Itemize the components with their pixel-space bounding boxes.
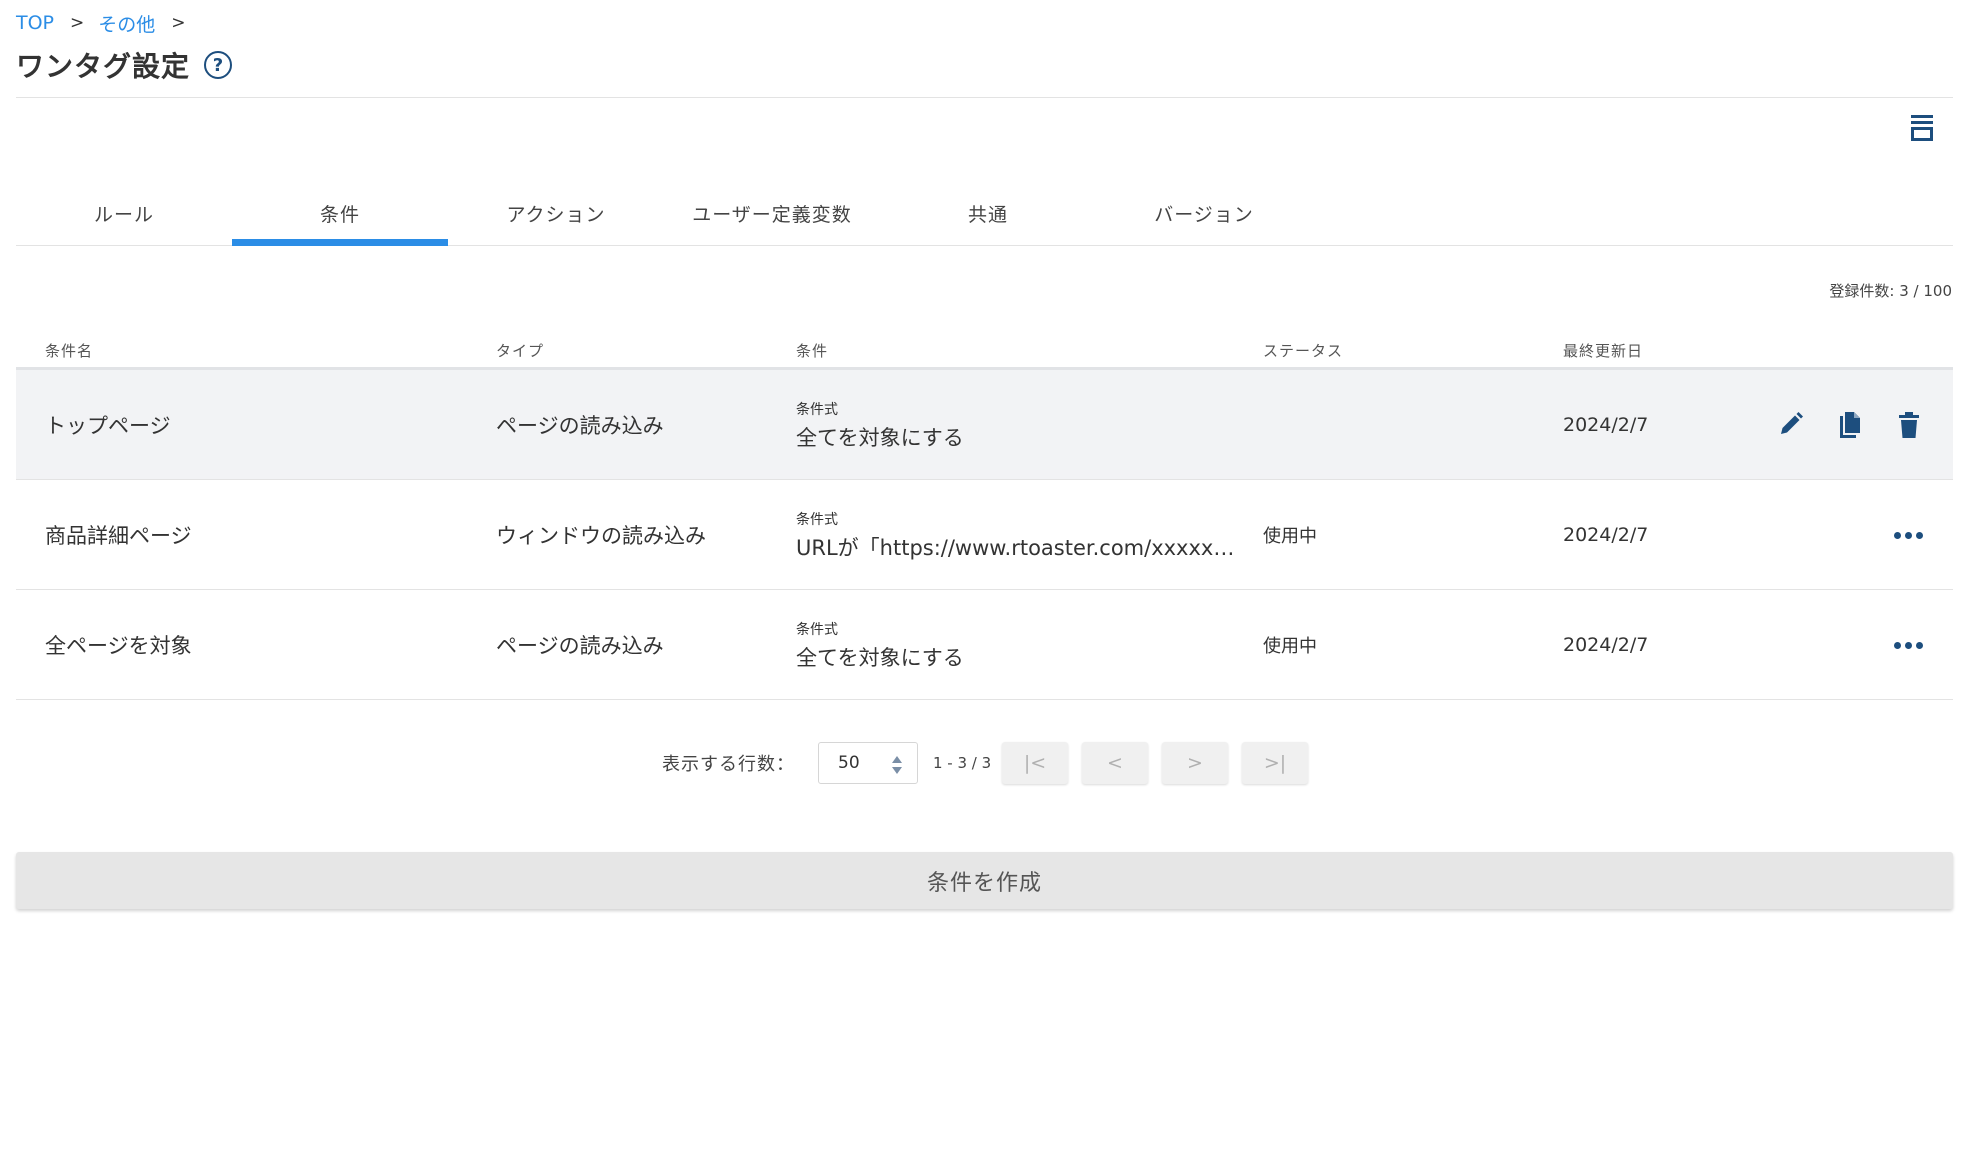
breadcrumb-separator: > (171, 13, 186, 33)
create-condition-button[interactable]: 条件を作成 (16, 852, 1953, 909)
tab-rule[interactable]: ルール (16, 180, 232, 246)
trash-icon[interactable] (1895, 410, 1923, 440)
header-updated: 最終更新日 (1563, 342, 1644, 360)
rows-per-page-select[interactable]: 50 (818, 742, 918, 784)
row-type: ページの読み込み (496, 414, 664, 438)
condition-value: 全てを対象にする (796, 425, 964, 450)
tab-version[interactable]: バージョン (1096, 180, 1312, 246)
conditions-table: 条件名 タイプ 条件 ステータス 最終更新日 トップページ ページの読み込み 条… (16, 330, 1953, 700)
tab-condition[interactable]: 条件 (232, 180, 448, 246)
header-name: 条件名 (45, 342, 94, 360)
tab-common[interactable]: 共通 (880, 180, 1096, 246)
row-updated: 2024/2/7 (1563, 414, 1649, 436)
first-page-button[interactable]: |< (1002, 742, 1068, 784)
page-title: ワンタグ設定 (16, 50, 191, 83)
header-status: ステータス (1263, 342, 1344, 360)
more-options-icon[interactable] (1894, 590, 1923, 700)
condition-value: URLが「https://www.rtoaster.com/xxxxx… (796, 535, 1235, 560)
row-status: 使用中 (1263, 636, 1317, 657)
row-type: ウィンドウの読み込み (496, 524, 706, 548)
condition-label: 条件式 (796, 621, 838, 638)
row-updated: 2024/2/7 (1563, 524, 1649, 546)
page-header: ワンタグ設定 ? (16, 44, 233, 86)
table-header: 条件名 タイプ 条件 ステータス 最終更新日 (16, 330, 1953, 370)
breadcrumb-top-link[interactable]: TOP (16, 12, 54, 34)
last-page-button[interactable]: >| (1242, 742, 1308, 784)
copy-icon[interactable] (1836, 410, 1864, 440)
rows-per-page-value: 50 (838, 753, 860, 773)
row-updated: 2024/2/7 (1563, 634, 1649, 656)
row-name: 全ページを対象 (45, 634, 192, 658)
table-row[interactable]: 全ページを対象 ページの読み込み 条件式 全てを対象にする 使用中 2024/2… (16, 590, 1953, 700)
more-options-icon[interactable] (1894, 480, 1923, 590)
tab-action[interactable]: アクション (448, 180, 664, 246)
header-condition: 条件 (796, 342, 829, 360)
tab-user-variable[interactable]: ユーザー定義変数 (664, 180, 880, 246)
row-name: 商品詳細ページ (45, 524, 192, 548)
spinner-arrows-icon (892, 756, 902, 774)
row-status: 使用中 (1263, 526, 1317, 547)
stack-icon[interactable] (1908, 113, 1936, 143)
row-actions (1777, 370, 1923, 480)
header-divider (16, 97, 1953, 98)
question-circle-icon[interactable]: ? (204, 51, 233, 79)
next-page-button[interactable]: > (1162, 742, 1228, 784)
pencil-icon[interactable] (1777, 410, 1805, 440)
rows-per-page-label: 表示する行数： (662, 754, 795, 775)
breadcrumb-other-link[interactable]: その他 (98, 10, 155, 37)
breadcrumb: TOP > その他 > (16, 10, 200, 36)
row-condition: 条件式 全てを対象にする (796, 370, 1246, 480)
breadcrumb-separator: > (70, 13, 85, 33)
condition-value: 全てを対象にする (796, 645, 964, 670)
table-row[interactable]: トップページ ページの読み込み 条件式 全てを対象にする 2024/2/7 (16, 370, 1953, 480)
row-name: トップページ (45, 414, 171, 438)
row-type: ページの読み込み (496, 634, 664, 658)
row-condition: 条件式 全てを対象にする (796, 590, 1246, 700)
registration-count: 登録件数: 3 / 100 (1829, 282, 1952, 300)
prev-page-button[interactable]: < (1082, 742, 1148, 784)
pagination-range: 1 - 3 / 3 (933, 754, 992, 772)
condition-label: 条件式 (796, 511, 838, 528)
tab-bar: ルール 条件 アクション ユーザー定義変数 共通 バージョン (16, 180, 1953, 246)
table-row[interactable]: 商品詳細ページ ウィンドウの読み込み 条件式 URLが「https://www.… (16, 480, 1953, 590)
pagination: 表示する行数： 50 1 - 3 / 3 |< < > >| (0, 740, 1969, 784)
condition-label: 条件式 (796, 401, 838, 418)
header-type: タイプ (496, 342, 545, 360)
row-condition: 条件式 URLが「https://www.rtoaster.com/xxxxx… (796, 480, 1246, 590)
